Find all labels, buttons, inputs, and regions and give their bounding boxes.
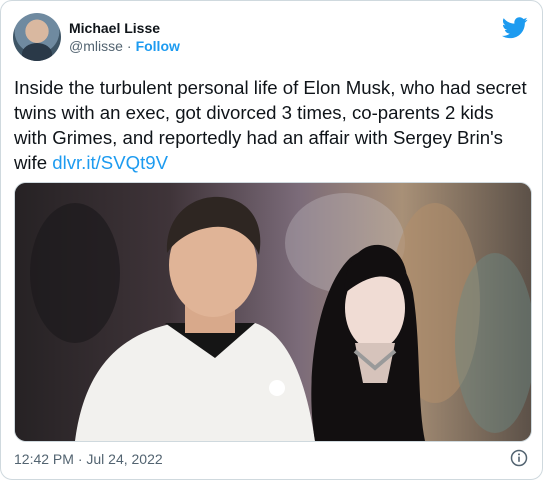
tweet-timestamp[interactable]: 12:42 PM · Jul 24, 2022: [14, 451, 163, 467]
avatar[interactable]: [13, 13, 61, 61]
author-name[interactable]: Michael Lisse: [69, 19, 180, 37]
tweet-media-image[interactable]: [14, 182, 532, 442]
tweet-link[interactable]: dlvr.it/SVQt9V: [52, 152, 168, 173]
tweet-text: Inside the turbulent personal life of El…: [14, 75, 529, 175]
photo-illustration: [15, 183, 531, 441]
info-icon[interactable]: [510, 449, 528, 467]
follow-button[interactable]: Follow: [136, 37, 180, 55]
tweet-header: Michael Lisse @mlisse · Follow: [13, 13, 180, 61]
user-info: Michael Lisse @mlisse · Follow: [69, 19, 180, 55]
handle-row: @mlisse · Follow: [69, 37, 180, 55]
separator: ·: [126, 38, 132, 54]
twitter-bird-icon[interactable]: [502, 17, 528, 39]
tweet-embed-card: Michael Lisse @mlisse · Follow Inside th…: [0, 0, 543, 480]
author-handle[interactable]: @mlisse: [69, 37, 123, 55]
